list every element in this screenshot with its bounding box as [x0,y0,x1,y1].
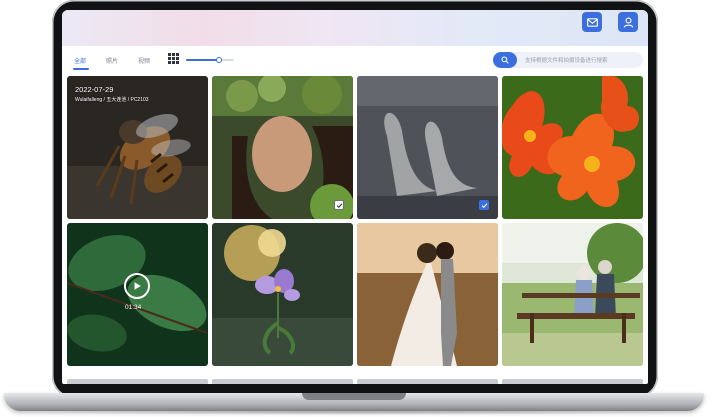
select-checkbox[interactable] [479,200,489,210]
zoom-slider-fill [186,59,219,61]
check-icon [481,202,487,208]
play-icon [134,282,141,290]
photo-location: Wulaifalleng / 五大连池 / PC2103 [75,97,149,103]
photo-gallery: 2022-07-29 Wulaifalleng / 五大连池 / PC2103 [67,76,643,384]
bench-photo [502,223,643,366]
mail-button[interactable] [582,12,602,32]
flower-photo [212,223,353,366]
select-checkbox[interactable] [334,200,344,210]
play-button[interactable] [124,273,150,299]
app-screen: 全部 照片 视频 支持根据文件和拍摄设备进行搜索 2022-07-29 Wula… [62,10,648,384]
search-placeholder: 支持根据文件和拍摄设备进行搜索 [525,58,608,64]
gallery-item-swans[interactable] [357,76,498,219]
user-icon [623,16,633,28]
tab-all[interactable]: 全部 [74,54,86,66]
gallery-item-wedding[interactable] [357,223,498,366]
toolbar: 全部 照片 视频 支持根据文件和拍摄设备进行搜索 [62,49,648,71]
photo-date: 2022-07-29 [75,85,114,94]
zoom-slider[interactable] [186,57,234,63]
laptop-notch [302,393,406,400]
lilies-photo [502,76,643,219]
search-bar[interactable]: 支持根据文件和拍摄设备进行搜索 [493,52,643,68]
gallery-item-flower[interactable] [212,223,353,366]
grid-view-icon[interactable] [168,53,179,64]
user-button[interactable] [618,12,638,32]
mail-icon [586,17,598,27]
wedding-photo [357,223,498,366]
search-icon [501,56,509,64]
search-button[interactable] [493,52,517,68]
app-header [62,10,648,46]
gallery-item-lilies[interactable] [502,76,643,219]
gallery-item-bee[interactable]: 2022-07-29 Wulaifalleng / 五大连池 / PC2103 [67,76,208,219]
video-duration: 01:34 [125,304,142,311]
tab-videos[interactable]: 视频 [138,54,150,66]
gallery-item-woman[interactable] [212,76,353,219]
gallery-row-peek [502,379,643,384]
gallery-item-video[interactable]: 01:34 [67,223,208,366]
active-tab-indicator [73,68,89,70]
zoom-slider-handle[interactable] [215,57,222,63]
selection-overlay [357,76,498,219]
gallery-row-peek [67,379,208,384]
woman-photo [212,76,353,219]
laptop-mockup: 全部 照片 视频 支持根据文件和拍摄设备进行搜索 2022-07-29 Wula… [0,0,715,417]
gallery-row-peek [357,379,498,384]
gallery-item-bench[interactable] [502,223,643,366]
check-icon [336,202,342,208]
tab-photos[interactable]: 照片 [106,54,118,66]
gallery-row-peek [212,379,353,384]
